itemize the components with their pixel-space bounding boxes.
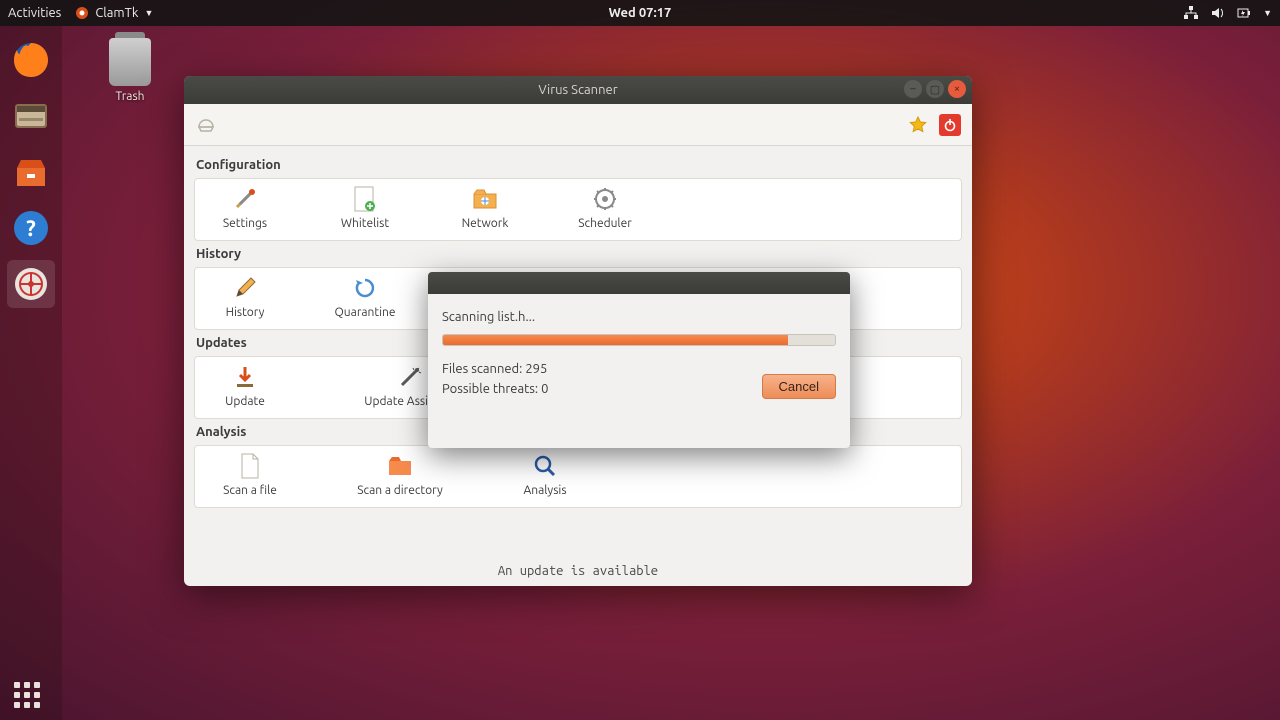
wand-icon bbox=[396, 363, 424, 391]
item-scan-file[interactable]: Scan a file bbox=[205, 452, 295, 497]
show-applications-button[interactable] bbox=[14, 682, 40, 708]
dock-clamtk[interactable] bbox=[7, 260, 55, 308]
dock-firefox[interactable] bbox=[7, 36, 55, 84]
files-scanned-text: Files scanned: 295 bbox=[442, 360, 762, 380]
status-bar: An update is available bbox=[184, 556, 972, 586]
network-icon[interactable] bbox=[1183, 6, 1199, 20]
chevron-down-icon: ▼ bbox=[144, 8, 153, 18]
download-icon bbox=[231, 363, 259, 391]
folder-icon bbox=[386, 452, 414, 480]
item-update[interactable]: Update bbox=[205, 363, 285, 408]
home-button[interactable] bbox=[194, 113, 218, 137]
network-folder-icon bbox=[471, 185, 499, 213]
window-minimize-button[interactable]: – bbox=[904, 80, 922, 98]
section-title-configuration: Configuration bbox=[196, 158, 960, 172]
window-title: Virus Scanner bbox=[538, 83, 617, 97]
power-icon bbox=[939, 114, 961, 136]
file-icon bbox=[236, 452, 264, 480]
window-close-button[interactable]: × bbox=[948, 80, 966, 98]
dock-help[interactable]: ? bbox=[7, 204, 55, 252]
battery-icon[interactable] bbox=[1237, 6, 1251, 20]
status-text: An update is available bbox=[498, 564, 658, 578]
svg-text:?: ? bbox=[26, 216, 36, 241]
clamtk-icon bbox=[75, 6, 89, 20]
refresh-icon bbox=[351, 274, 379, 302]
gear-icon bbox=[591, 185, 619, 213]
dock-software[interactable] bbox=[7, 148, 55, 196]
activities-button[interactable]: Activities bbox=[8, 6, 61, 20]
clock[interactable]: Wed 07:17 bbox=[609, 6, 672, 20]
desktop-trash[interactable]: Trash bbox=[100, 38, 160, 103]
window-maximize-button[interactable]: ▢ bbox=[926, 80, 944, 98]
item-history[interactable]: History bbox=[205, 274, 285, 319]
trash-icon bbox=[109, 38, 151, 86]
section-title-history: History bbox=[196, 247, 960, 261]
clam-icon bbox=[196, 115, 216, 135]
document-add-icon bbox=[351, 185, 379, 213]
item-scan-directory[interactable]: Scan a directory bbox=[345, 452, 455, 497]
dock: ? bbox=[0, 26, 62, 720]
star-icon bbox=[908, 115, 928, 135]
dock-files[interactable] bbox=[7, 92, 55, 140]
window-titlebar[interactable]: Virus Scanner – ▢ × bbox=[184, 76, 972, 104]
quit-button[interactable] bbox=[938, 113, 962, 137]
top-panel: Activities ClamTk ▼ Wed 07:17 ▼ bbox=[0, 0, 1280, 26]
progress-fill bbox=[443, 335, 788, 345]
cancel-button[interactable]: Cancel bbox=[762, 374, 836, 399]
section-analysis: Scan a file Scan a directory Analysis bbox=[194, 445, 962, 508]
item-analysis[interactable]: Analysis bbox=[505, 452, 585, 497]
item-settings[interactable]: Settings bbox=[205, 185, 285, 230]
item-quarantine[interactable]: Quarantine bbox=[325, 274, 405, 319]
chevron-down-icon[interactable]: ▼ bbox=[1263, 8, 1272, 18]
threats-text: Possible threats: 0 bbox=[442, 380, 762, 400]
pencil-icon bbox=[231, 274, 259, 302]
scanning-label: Scanning list.h... bbox=[442, 310, 836, 324]
scan-progress bbox=[442, 334, 836, 346]
item-network[interactable]: Network bbox=[445, 185, 525, 230]
item-scheduler[interactable]: Scheduler bbox=[565, 185, 645, 230]
favorite-button[interactable] bbox=[906, 113, 930, 137]
section-configuration: Settings Whitelist Network Scheduler bbox=[194, 178, 962, 241]
volume-icon[interactable] bbox=[1211, 6, 1225, 20]
settings-icon bbox=[231, 185, 259, 213]
item-whitelist[interactable]: Whitelist bbox=[325, 185, 405, 230]
toolbar bbox=[184, 104, 972, 146]
app-menu[interactable]: ClamTk ▼ bbox=[75, 6, 153, 20]
scan-dialog: Scanning list.h... Files scanned: 295 Po… bbox=[428, 272, 850, 448]
magnifier-icon bbox=[531, 452, 559, 480]
dialog-titlebar[interactable] bbox=[428, 272, 850, 294]
